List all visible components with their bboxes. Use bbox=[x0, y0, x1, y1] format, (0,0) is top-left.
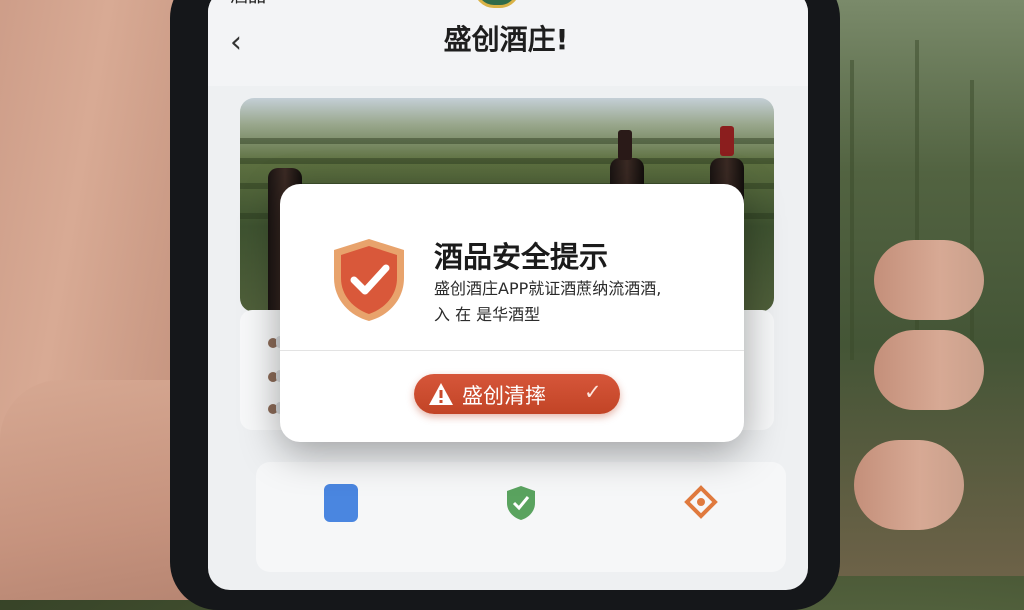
confirm-button[interactable]: 盛创清摔 ✓ bbox=[414, 374, 620, 414]
dialog-body-line: 入 在 是华酒型 bbox=[434, 305, 541, 324]
nav-item-documents[interactable] bbox=[266, 462, 416, 572]
divider bbox=[280, 350, 744, 351]
heart-box-icon bbox=[684, 485, 718, 519]
nav-item-security[interactable] bbox=[446, 462, 596, 572]
warning-triangle-icon bbox=[429, 383, 453, 405]
confirm-button-label: 盛创清摔 bbox=[462, 384, 546, 408]
dialog-body-line: 盛创酒庄APP就证酒蔗纳流酒酒, bbox=[434, 279, 662, 298]
shield-icon bbox=[507, 486, 535, 520]
finger bbox=[874, 330, 984, 410]
dialog-title: 酒品安全提示 bbox=[434, 240, 609, 274]
document-icon bbox=[324, 484, 358, 522]
bottom-nav bbox=[256, 462, 786, 572]
shield-check-icon bbox=[334, 239, 404, 321]
signal-icon: ⌄ bbox=[280, 0, 293, 1]
finger bbox=[854, 440, 964, 530]
app-header: 酒品 ⌄ ‹ 盛创酒庄! bbox=[208, 0, 808, 86]
check-icon: ✓ bbox=[584, 380, 602, 404]
status-text: 酒品 bbox=[230, 0, 266, 8]
dialog-body: 盛创酒庄APP就证酒蔗纳流酒酒, 入 在 是华酒型 bbox=[434, 276, 734, 328]
finger bbox=[874, 240, 984, 320]
security-alert-dialog: 酒品安全提示 盛创酒庄APP就证酒蔗纳流酒酒, 入 在 是华酒型 盛创清摔 ✓ bbox=[280, 184, 744, 442]
page-title: 盛创酒庄! bbox=[443, 23, 569, 56]
nav-item-favorites[interactable] bbox=[626, 462, 776, 572]
brand-logo-icon bbox=[474, 0, 520, 8]
